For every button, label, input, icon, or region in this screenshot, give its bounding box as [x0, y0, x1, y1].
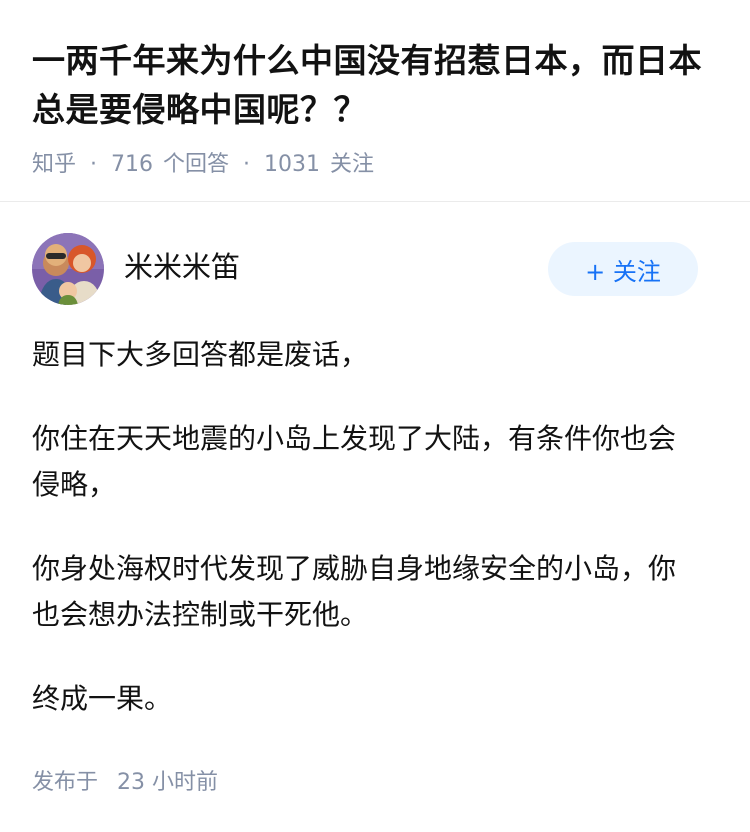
- question-meta: 知乎 · 716 个回答 · 1031 关注: [32, 150, 718, 180]
- answer-paragraph: 终成一果。: [32, 682, 173, 715]
- answer-paragraph: 题目下大多回答都是废话，: [32, 338, 369, 371]
- follower-count-label: 关注: [330, 152, 375, 177]
- divider: [0, 201, 750, 202]
- follow-button-label: + 关注: [585, 257, 661, 286]
- follower-count: 1031: [264, 152, 321, 177]
- meta-separator: ·: [90, 152, 98, 177]
- publish-label: 发布于: [32, 770, 99, 795]
- answer-content: 题目下大多回答都是废话， 你住在天天地震的小岛上发现了大陆，有条件你也会侵略， …: [32, 332, 698, 722]
- author-name[interactable]: 米米米笛: [124, 244, 548, 286]
- question-title[interactable]: 一两千年来为什么中国没有招惹日本，而日本总是要侵略中国呢？？: [32, 36, 718, 134]
- avatar[interactable]: [32, 233, 104, 305]
- meta-separator: ·: [243, 152, 251, 177]
- author-row: 米米米笛 + 关注: [32, 232, 698, 306]
- question-header: 一两千年来为什么中国没有招惹日本，而日本总是要侵略中国呢？？ 知乎 · 716 …: [0, 0, 750, 180]
- publish-info: 发布于 23 小时前: [32, 764, 218, 796]
- zhihu-question-page: 一两千年来为什么中国没有招惹日本，而日本总是要侵略中国呢？？ 知乎 · 716 …: [0, 0, 750, 832]
- source-label[interactable]: 知乎: [32, 150, 76, 180]
- answer-paragraph: 你身处海权时代发现了威胁自身地缘安全的小岛，你也会想办法控制或干死他。: [32, 552, 677, 631]
- follow-button[interactable]: + 关注: [548, 242, 698, 296]
- answer-count-label: 个回答: [163, 152, 230, 177]
- avatar-image-icon: [32, 233, 104, 305]
- answer-count: 716: [111, 152, 154, 177]
- answer-card: 米米米笛 + 关注 题目下大多回答都是废话， 你住在天天地震的小岛上发现了大陆，…: [32, 232, 698, 760]
- answer-paragraph: 你住在天天地震的小岛上发现了大陆，有条件你也会侵略，: [32, 422, 677, 501]
- publish-time: 23 小时前: [117, 770, 219, 795]
